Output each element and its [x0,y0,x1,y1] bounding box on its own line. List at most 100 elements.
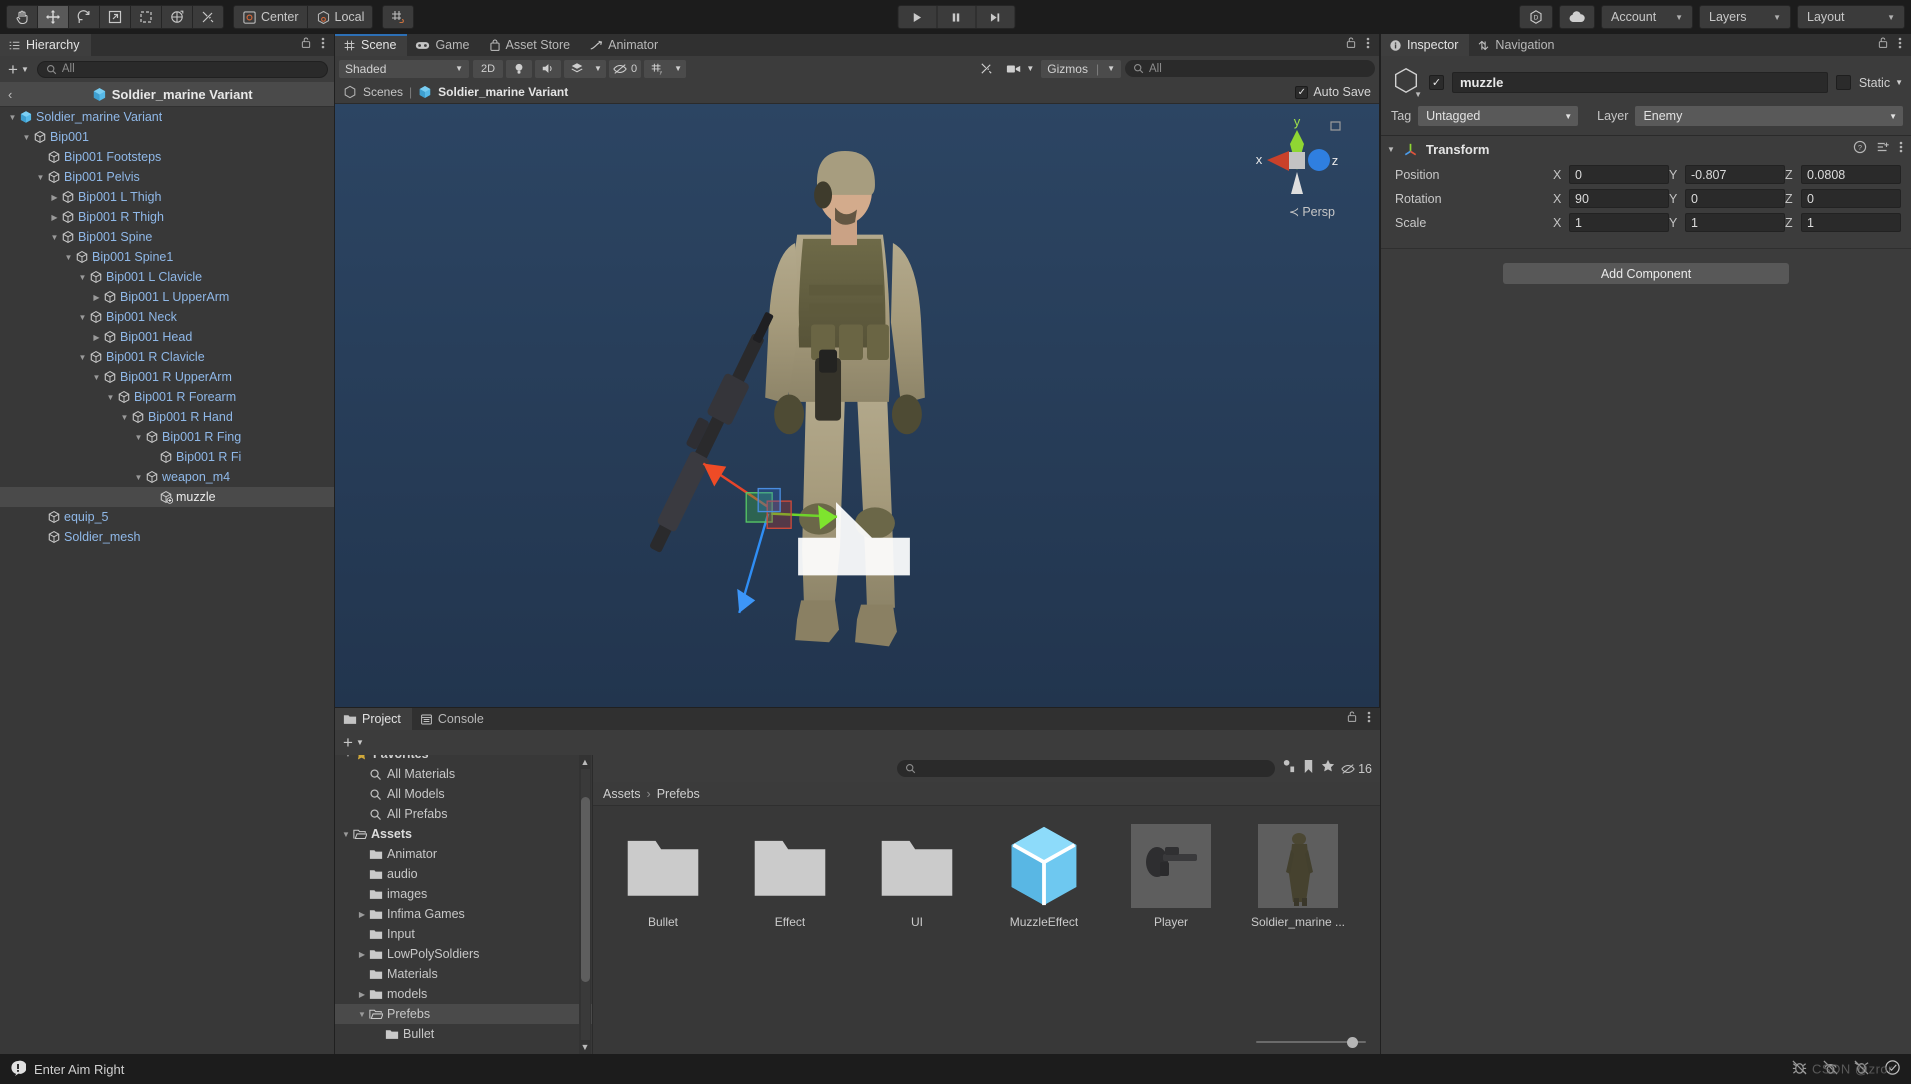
pivot-mode-button[interactable]: Center [233,5,308,29]
hierarchy-row[interactable]: ▼ Soldier_marine Variant [0,107,334,127]
project-tree-row[interactable]: ▼Bullet [335,1024,592,1044]
scene-breadcrumb-prefab[interactable]: Soldier_marine Variant [438,85,568,99]
hierarchy-row[interactable]: ▼ Bip001 R Clavicle [0,347,334,367]
transform-rotation-x-input[interactable]: 90 [1569,189,1669,208]
tree-toggle-arrow[interactable]: ▶ [48,213,61,222]
filter-by-type-icon[interactable] [1281,759,1296,779]
hierarchy-row[interactable]: ▼ Bip001 Spine1 [0,247,334,267]
tree-toggle-arrow[interactable]: ▼ [104,393,117,402]
transform-position-z-input[interactable]: 0.0808 [1801,165,1901,184]
scene-fx-dropdown[interactable]: ▼ [590,59,606,78]
asset-grid-item[interactable]: Bullet [613,824,713,929]
auto-save-checkbox[interactable]: ✓ [1295,85,1309,99]
hierarchy-tree[interactable]: ▼Soldier_marine Variant▼Bip001▼Bip001 Fo… [0,107,334,1054]
scene-camera-button[interactable]: ▼ [1002,60,1038,78]
gizmos-dropdown[interactable]: Gizmos | ▼ [1041,59,1121,78]
hierarchy-row[interactable]: ▼ Bip001 R UpperArm [0,367,334,387]
transform-scale-z-input[interactable]: 1 [1801,213,1901,232]
scene-grid-dropdown[interactable]: ▼ [670,59,687,78]
menu-icon[interactable] [321,36,325,55]
tree-toggle-arrow[interactable]: ▼ [20,133,33,142]
hierarchy-row-selected[interactable]: ▼muzzle [0,487,334,507]
scroll-down-arrow[interactable]: ▼ [581,1040,590,1054]
rotate-tool-button[interactable] [68,5,100,29]
transform-tool-button[interactable] [161,5,193,29]
tree-toggle-arrow[interactable]: ▼ [62,253,75,262]
favorite-star-icon[interactable] [1321,759,1335,778]
project-search-input[interactable] [897,760,1276,777]
console-message-icon[interactable] [10,1060,27,1079]
tree-toggle-arrow[interactable]: ▼ [132,473,145,482]
hierarchy-row[interactable]: ▼equip_5 [0,507,334,527]
tree-toggle-arrow[interactable]: ▶ [48,193,61,202]
cloud-icon[interactable] [1559,5,1595,29]
tree-toggle-arrow[interactable]: ▶ [355,950,369,959]
hierarchy-row[interactable]: ▶ Bip001 Head [0,327,334,347]
tab-hierarchy[interactable]: Hierarchy [0,34,91,56]
tab-navigation[interactable]: Navigation [1469,34,1565,56]
menu-icon[interactable] [1899,140,1903,159]
project-tree-row[interactable]: ▼All Models [335,784,592,804]
hierarchy-row[interactable]: ▶ Bip001 L Thigh [0,187,334,207]
tab-scene[interactable]: Scene [335,34,408,56]
hierarchy-row[interactable]: ▼Bip001 R Fi [0,447,334,467]
tree-toggle-arrow[interactable]: ▼ [339,830,353,839]
project-tree-row[interactable]: ▼Animator [335,844,592,864]
play-button[interactable] [897,5,937,29]
scene-audio-button[interactable] [535,59,561,78]
tree-toggle-arrow[interactable]: ▼ [34,173,47,182]
tab-asset-store[interactable]: Asset Store [481,34,582,56]
breadcrumb-prefebs[interactable]: Prefebs [657,787,700,801]
tree-toggle-arrow[interactable]: ▼ [76,313,89,322]
asset-grid-item[interactable]: UI [867,824,967,929]
project-tree-row[interactable]: ▼All Prefabs [335,804,592,824]
transform-foldout-arrow[interactable]: ▼ [1387,145,1395,154]
layer-dropdown[interactable]: Enemy ▼ [1635,106,1903,126]
tree-toggle-arrow[interactable]: ▼ [90,373,103,382]
scene-tools-button[interactable] [973,60,999,78]
tree-toggle-arrow[interactable]: ▶ [90,333,103,342]
project-tree-row[interactable]: ▼Materials [335,964,592,984]
project-favorites-row[interactable]: ▼Favorites [335,755,592,764]
transform-rotation-y-input[interactable]: 0 [1685,189,1785,208]
project-tree-scrollbar[interactable]: ▲ ▼ [579,755,591,1054]
project-tree-row[interactable]: ▼ Assets [335,824,592,844]
hierarchy-row[interactable]: ▼ Bip001 Spine [0,227,334,247]
lock-icon[interactable] [1877,36,1889,54]
asset-grid-item[interactable]: Player [1121,824,1221,929]
tree-toggle-arrow[interactable]: ▶ [355,910,369,919]
scene-grid-button[interactable]: y [644,59,671,78]
hierarchy-search-input[interactable]: All [36,60,328,78]
help-icon[interactable]: ? [1853,140,1867,159]
hierarchy-row[interactable]: ▼Bip001 Footsteps [0,147,334,167]
transform-position-y-input[interactable]: -0.807 [1685,165,1785,184]
draw-mode-dropdown[interactable]: Shaded ▼ [339,59,469,78]
account-dropdown[interactable]: Account ▼ [1601,5,1693,29]
menu-icon[interactable] [1366,36,1370,55]
tree-toggle-arrow[interactable]: ▼ [76,273,89,282]
hierarchy-row[interactable]: ▶ Bip001 L UpperArm [0,287,334,307]
hand-tool-button[interactable] [6,5,38,29]
transform-scale-y-input[interactable]: 1 [1685,213,1785,232]
project-tree-row[interactable]: ▼All Materials [335,764,592,784]
tab-inspector[interactable]: Inspector [1381,34,1470,56]
project-tree-row-selected[interactable]: ▼ Prefebs [335,1004,592,1024]
static-checkbox[interactable] [1835,75,1851,90]
toggle-2d-button[interactable]: 2D [473,59,503,78]
project-tree-row[interactable]: ▼audio [335,864,592,884]
custom-tool-button[interactable] [192,5,224,29]
debug-bug-icon[interactable] [1791,1059,1808,1079]
hierarchy-row[interactable]: ▼ Bip001 [0,127,334,147]
hierarchy-row[interactable]: ▼ Bip001 R Forearm [0,387,334,407]
menu-icon[interactable] [1367,710,1371,729]
project-create-button[interactable]: + ▼ [341,734,366,751]
hierarchy-row[interactable]: ▼ Bip001 Neck [0,307,334,327]
hierarchy-row[interactable]: ▼ weapon_m4 [0,467,334,487]
scene-projection-label[interactable]: ≺ Persp [1289,204,1335,219]
menu-icon[interactable] [1898,36,1902,55]
tree-toggle-arrow[interactable]: ▼ [355,1010,369,1019]
project-tree-row[interactable]: ▼Input [335,924,592,944]
tab-console[interactable]: Console [412,708,495,730]
layout-dropdown[interactable]: Layout ▼ [1797,5,1905,29]
tree-toggle-arrow[interactable]: ▶ [355,990,369,999]
